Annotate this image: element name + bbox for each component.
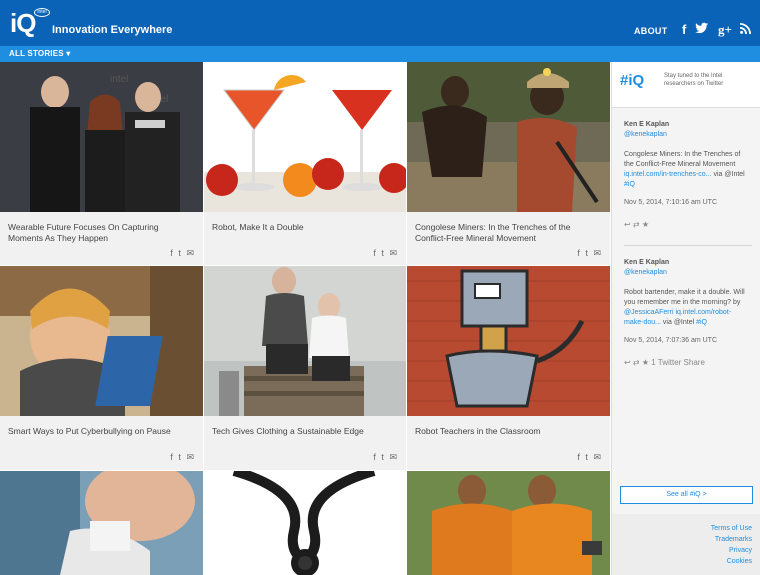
share-icons: f t ✉ bbox=[169, 452, 195, 463]
about-link[interactable]: ABOUT bbox=[634, 26, 668, 36]
story-image-device[interactable] bbox=[204, 471, 406, 575]
story-image-robot-teachers[interactable] bbox=[407, 266, 610, 416]
story-image-monks[interactable] bbox=[407, 471, 610, 575]
footer-links: Terms of Use Trademarks Privacy Cookies bbox=[711, 523, 752, 567]
logo-text: iQ bbox=[10, 8, 36, 38]
share-icons: f t ✉ bbox=[372, 248, 398, 259]
share-icons: f t ✉ bbox=[169, 248, 195, 259]
terms-link[interactable]: Terms of Use bbox=[711, 523, 752, 534]
story-image-medical[interactable] bbox=[0, 471, 203, 575]
see-all-button[interactable]: See all #iQ > bbox=[620, 486, 753, 504]
tweet-hashtag[interactable]: #iQ bbox=[624, 181, 635, 188]
iq-logo[interactable]: iQ intel bbox=[10, 8, 50, 40]
tweet-handle[interactable]: @kenekaplan bbox=[624, 130, 748, 140]
tweet-via: via @Intel bbox=[713, 171, 745, 178]
twitter-share-icon[interactable]: t bbox=[178, 248, 182, 258]
story-card[interactable]: Robot Teachers in the Classroom f t ✉ bbox=[407, 266, 610, 470]
story-card[interactable] bbox=[204, 471, 406, 575]
twitter-sidebar: #iQ Stay tuned to the Intel researchers … bbox=[611, 62, 760, 575]
share-icons: f t ✉ bbox=[576, 248, 602, 259]
tweet-text: Robot bartender, make it a double. Will … bbox=[624, 289, 745, 306]
facebook-share-icon[interactable]: f bbox=[373, 452, 377, 462]
share-icons: f t ✉ bbox=[576, 452, 602, 463]
facebook-share-icon[interactable]: f bbox=[577, 452, 581, 462]
story-card[interactable]: intel intel Wearable Future Focuses On C… bbox=[0, 62, 203, 265]
all-stories-dropdown[interactable]: ALL STORIES ▾ bbox=[9, 49, 70, 58]
story-image-miners[interactable] bbox=[407, 62, 610, 212]
trademarks-link[interactable]: Trademarks bbox=[711, 534, 752, 545]
email-share-icon[interactable]: ✉ bbox=[186, 248, 195, 259]
story-title[interactable]: Tech Gives Clothing a Sustainable Edge bbox=[212, 426, 398, 437]
tweet-text: Congolese Miners: In the Trenches of the… bbox=[624, 151, 741, 168]
sidebar-tagline: Stay tuned to the Intel researchers on T… bbox=[664, 73, 724, 87]
email-share-icon[interactable]: ✉ bbox=[593, 452, 602, 463]
story-card[interactable]: Congolese Miners: In the Trenches of the… bbox=[407, 62, 610, 265]
tweet-actions[interactable]: ↩ ⇄ ★ bbox=[624, 220, 748, 230]
story-image-cocktails[interactable] bbox=[204, 62, 406, 212]
share-icons: f t ✉ bbox=[372, 452, 398, 463]
site-tagline: Innovation Everywhere bbox=[52, 24, 173, 36]
twitter-share-icon[interactable]: t bbox=[381, 452, 385, 462]
story-card[interactable] bbox=[0, 471, 203, 575]
sub-nav-bar: ALL STORIES ▾ bbox=[0, 46, 760, 62]
story-card[interactable]: Robot, Make It a Double f t ✉ bbox=[204, 62, 406, 265]
facebook-share-icon[interactable]: f bbox=[170, 452, 174, 462]
rss-icon[interactable] bbox=[740, 22, 751, 37]
google-plus-icon[interactable]: g+ bbox=[718, 22, 732, 38]
tweet-actions[interactable]: ↩ ⇄ ★ 1 Twitter Share bbox=[624, 358, 748, 368]
tweet-via: via @Intel bbox=[662, 319, 695, 326]
twitter-share-icon[interactable]: t bbox=[585, 248, 589, 258]
story-title[interactable]: Wearable Future Focuses On Capturing Mom… bbox=[8, 222, 195, 244]
twitter-share-icon[interactable]: t bbox=[585, 452, 589, 462]
tweet-item: Ken E Kaplan @kenekaplan Robot bartender… bbox=[624, 258, 748, 368]
tweet-mention[interactable]: @JessicaAFerri bbox=[624, 309, 674, 316]
facebook-share-icon[interactable]: f bbox=[373, 248, 377, 258]
tweet-author[interactable]: Ken E Kaplan bbox=[624, 120, 748, 130]
story-title[interactable]: Robot, Make It a Double bbox=[212, 222, 398, 233]
twitter-share-icon[interactable]: t bbox=[178, 452, 182, 462]
tweet-divider bbox=[624, 245, 752, 246]
tweet-timestamp[interactable]: Nov 5, 2014, 7:10:16 am UTC bbox=[624, 198, 748, 208]
intel-badge: intel bbox=[34, 8, 50, 17]
story-image-clothing[interactable] bbox=[204, 266, 406, 416]
email-share-icon[interactable]: ✉ bbox=[389, 452, 398, 463]
email-share-icon[interactable]: ✉ bbox=[186, 452, 195, 463]
privacy-link[interactable]: Privacy bbox=[711, 545, 752, 556]
facebook-share-icon[interactable]: f bbox=[577, 248, 581, 258]
tweet-timestamp[interactable]: Nov 5, 2014, 7:07:36 am UTC bbox=[624, 336, 748, 346]
tweet-link[interactable]: iq.intel.com/in-trenches-co... bbox=[624, 171, 712, 178]
tweet-author[interactable]: Ken E Kaplan bbox=[624, 258, 748, 268]
story-image-cyberbullying[interactable] bbox=[0, 266, 203, 416]
story-image-wearables[interactable]: intel intel bbox=[0, 62, 203, 212]
facebook-share-icon[interactable]: f bbox=[170, 248, 174, 258]
top-header: iQ intel Innovation Everywhere ABOUT f g… bbox=[0, 0, 760, 46]
story-title[interactable]: Robot Teachers in the Classroom bbox=[415, 426, 602, 437]
story-title[interactable]: Congolese Miners: In the Trenches of the… bbox=[415, 222, 602, 244]
email-share-icon[interactable]: ✉ bbox=[593, 248, 602, 259]
svg-text:intel: intel bbox=[110, 74, 128, 85]
sidebar-header: #iQ Stay tuned to the Intel researchers … bbox=[612, 62, 760, 108]
tweet-handle[interactable]: @kenekaplan bbox=[624, 268, 748, 278]
facebook-icon[interactable]: f bbox=[682, 22, 686, 37]
tweet-item: Ken E Kaplan @kenekaplan Congolese Miner… bbox=[624, 120, 748, 230]
story-title[interactable]: Smart Ways to Put Cyberbullying on Pause bbox=[8, 426, 195, 437]
twitter-share-icon[interactable]: t bbox=[381, 248, 385, 258]
story-card[interactable]: Smart Ways to Put Cyberbullying on Pause… bbox=[0, 266, 203, 470]
cookies-link[interactable]: Cookies bbox=[711, 556, 752, 567]
tweet-hashtag[interactable]: #iQ bbox=[696, 319, 707, 326]
sidebar-brand: #iQ bbox=[620, 72, 645, 89]
twitter-icon[interactable] bbox=[695, 22, 709, 37]
story-card[interactable] bbox=[407, 471, 610, 575]
story-card[interactable]: Tech Gives Clothing a Sustainable Edge f… bbox=[204, 266, 406, 470]
email-share-icon[interactable]: ✉ bbox=[389, 248, 398, 259]
